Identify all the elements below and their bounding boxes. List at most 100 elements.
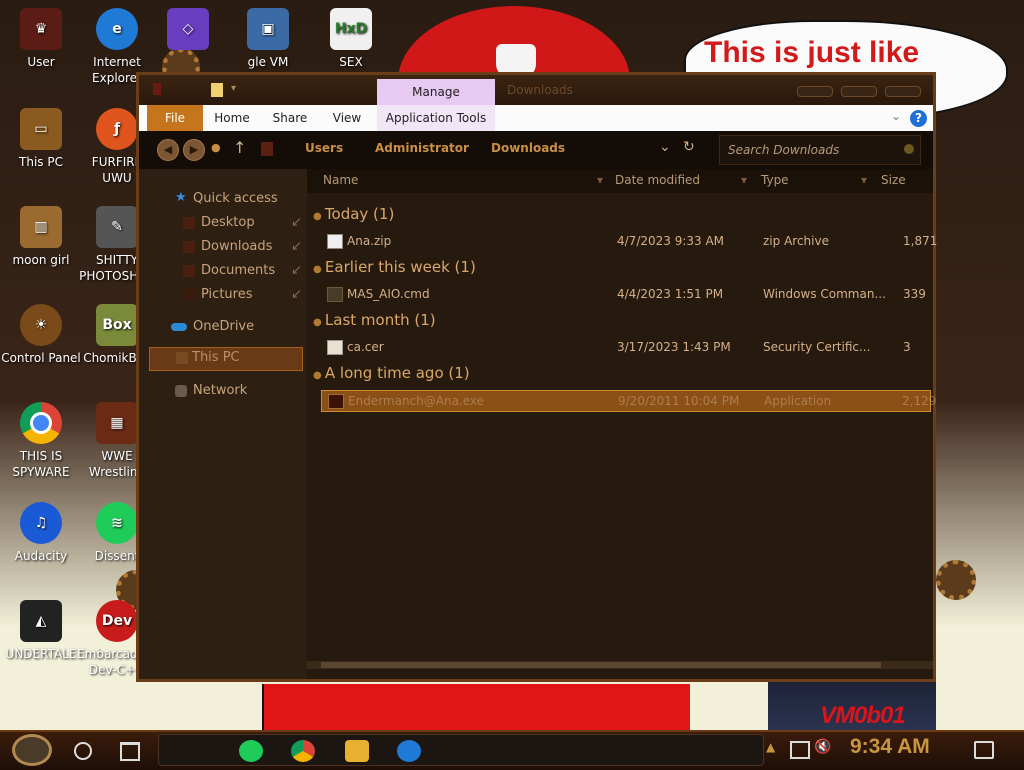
- up-arrow-icon[interactable]: ↑: [233, 138, 246, 157]
- desktop-icon-this-pc[interactable]: ▭ This PC: [0, 108, 82, 170]
- manage-tab[interactable]: Manage: [377, 79, 495, 105]
- horizontal-scrollbar[interactable]: [307, 661, 933, 669]
- nav-network[interactable]: Network: [139, 381, 307, 403]
- maximize-button[interactable]: [841, 86, 877, 97]
- chevron-down-icon: ●: [313, 211, 325, 222]
- minimize-button[interactable]: [797, 86, 833, 97]
- close-button[interactable]: [885, 86, 921, 97]
- group-header-earlier-this-week[interactable]: ● Earlier this week (1): [313, 258, 476, 276]
- desktop-folder-icon: [183, 217, 195, 229]
- table-row-selected[interactable]: Endermanch@Ana.exe 9/20/2011 10:04 PM Ap…: [321, 390, 936, 412]
- nav-desktop[interactable]: Desktop ↙: [139, 213, 307, 235]
- search-icon[interactable]: [74, 742, 92, 760]
- file-size: 339: [903, 287, 926, 301]
- chomikbox-icon: Box: [96, 304, 138, 346]
- nav-downloads[interactable]: Downloads ↙: [139, 237, 307, 259]
- refresh-icon[interactable]: ↻: [683, 139, 695, 155]
- nav-onedrive[interactable]: OneDrive: [139, 317, 307, 339]
- gear-decoration: [936, 560, 976, 600]
- tab-application-tools[interactable]: Application Tools: [377, 105, 495, 131]
- desktop-icon-moon-girl[interactable]: ▥ moon girl: [0, 206, 82, 268]
- file-explorer-taskbar-icon[interactable]: [345, 740, 369, 762]
- desktop-icon-audacity[interactable]: ♫ Audacity: [0, 502, 82, 564]
- file-type: Application: [764, 394, 832, 408]
- volume-muted-icon[interactable]: 🔇: [814, 739, 831, 755]
- nav-documents[interactable]: Documents ↙: [139, 261, 307, 283]
- group-header-a-long-time-ago[interactable]: ● A long time ago (1): [313, 364, 470, 382]
- cmd-file-icon: [327, 287, 343, 302]
- computer-icon: [176, 352, 188, 364]
- desktop-icon-visual-studio[interactable]: ◇: [154, 8, 222, 54]
- title-bar[interactable]: ▾ Manage Downloads: [139, 75, 933, 105]
- star-icon: ★: [175, 190, 187, 205]
- search-icon[interactable]: [904, 144, 914, 154]
- column-name[interactable]: Name: [323, 173, 358, 187]
- wwe-icon: ▦: [96, 402, 138, 444]
- back-button[interactable]: ◀: [157, 139, 179, 161]
- clock[interactable]: 9:34 AM: [850, 735, 930, 759]
- nav-this-pc[interactable]: This PC: [149, 347, 303, 371]
- desktop-icon-sex[interactable]: HxD SEX: [310, 8, 392, 70]
- wallpaper-red-base: [262, 684, 692, 730]
- tray-overflow-icon[interactable]: ▲: [766, 740, 775, 754]
- certificate-file-icon: [327, 340, 343, 355]
- breadcrumb-users[interactable]: Users: [305, 141, 343, 155]
- pin-icon: ↙: [291, 263, 302, 278]
- search-box[interactable]: Search Downloads: [719, 135, 921, 165]
- forward-button[interactable]: ▶: [183, 139, 205, 161]
- pin-icon: ↙: [291, 287, 302, 302]
- window-title: Downloads: [507, 83, 573, 97]
- table-row[interactable]: Ana.zip 4/7/2023 9:33 AM zip Archive 1,8…: [321, 231, 937, 251]
- desktop-icon-control-panel[interactable]: ☀ Control Panel: [0, 304, 82, 366]
- pin-icon: ↙: [291, 215, 302, 230]
- desktop-icon-undertale[interactable]: ◭ UNDERTALE: [0, 600, 82, 662]
- recent-locations-icon[interactable]: ●: [211, 141, 221, 154]
- nav-quick-access[interactable]: ★ Quick access: [139, 189, 307, 211]
- documents-folder-icon: [183, 265, 195, 277]
- column-type[interactable]: Type: [761, 173, 789, 187]
- breadcrumb-downloads[interactable]: Downloads: [491, 141, 565, 155]
- nav-pictures[interactable]: Pictures ↙: [139, 285, 307, 307]
- notifications-icon[interactable]: [974, 741, 994, 759]
- scrollbar-thumb[interactable]: [321, 662, 881, 668]
- firefox-icon: ƒ: [96, 108, 138, 150]
- column-sort-icon[interactable]: ▾: [597, 173, 603, 187]
- quick-access-dropdown-icon[interactable]: ▾: [231, 83, 236, 94]
- tab-home[interactable]: Home: [209, 105, 255, 131]
- file-date: 4/7/2023 9:33 AM: [617, 234, 725, 248]
- address-dropdown-icon[interactable]: ⌄: [659, 139, 671, 155]
- breadcrumb-administrator[interactable]: Administrator: [375, 141, 469, 155]
- file-type: Windows Comman...: [763, 287, 886, 301]
- exe-file-icon: [328, 394, 344, 409]
- chrome-taskbar-icon[interactable]: [291, 740, 315, 762]
- desktop-icon-user[interactable]: ♛ User: [0, 8, 82, 70]
- help-icon[interactable]: ?: [910, 110, 927, 127]
- table-row[interactable]: ca.cer 3/17/2023 1:43 PM Security Certif…: [321, 337, 929, 357]
- edge-taskbar-icon[interactable]: [397, 740, 421, 762]
- visual-studio-icon: ◇: [167, 8, 209, 50]
- search-input[interactable]: Search Downloads: [728, 143, 839, 157]
- gimp-icon: ✎: [96, 206, 138, 248]
- tab-share[interactable]: Share: [267, 105, 313, 131]
- file-date: 4/4/2023 1:51 PM: [617, 287, 724, 301]
- task-view-icon[interactable]: [120, 742, 140, 761]
- desktop-icon-virtualbox[interactable]: ▣ gle VM: [228, 8, 308, 70]
- network-tray-icon[interactable]: [790, 741, 810, 759]
- zip-file-icon: [327, 234, 343, 249]
- tab-file[interactable]: File: [147, 105, 203, 131]
- group-header-today[interactable]: ● Today (1): [313, 205, 394, 223]
- group-header-last-month[interactable]: ● Last month (1): [313, 311, 436, 329]
- column-sort-icon[interactable]: ▾: [741, 173, 747, 187]
- tab-view[interactable]: View: [325, 105, 369, 131]
- column-sort-icon[interactable]: ▾: [861, 173, 867, 187]
- taskbar: ▲ 🔇 9:34 AM: [0, 730, 1024, 770]
- column-size[interactable]: Size: [881, 173, 906, 187]
- address-bar-row: ◀ ▶ ● ↑ Users Administrator Downloads ⌄ …: [139, 131, 933, 169]
- start-button[interactable]: [12, 734, 52, 766]
- desktop-icon-chrome[interactable]: THIS IS SPYWARE: [0, 402, 82, 480]
- table-row[interactable]: MAS_AIO.cmd 4/4/2023 1:51 PM Windows Com…: [321, 284, 929, 304]
- pinned-apps: [158, 734, 764, 766]
- spotify-taskbar-icon[interactable]: [239, 740, 263, 762]
- expand-ribbon-icon[interactable]: ⌄: [891, 109, 901, 123]
- column-date-modified[interactable]: Date modified: [615, 173, 700, 187]
